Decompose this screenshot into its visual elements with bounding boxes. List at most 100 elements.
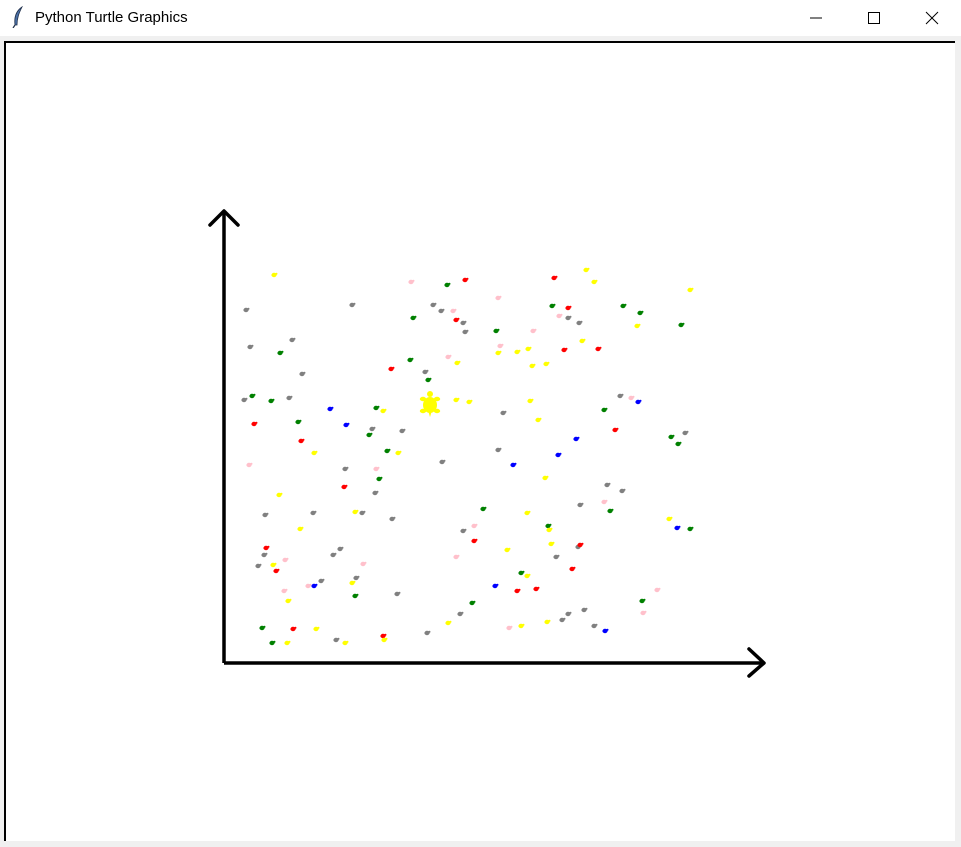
data-point xyxy=(282,557,289,563)
data-point xyxy=(601,407,608,413)
data-point xyxy=(514,588,521,594)
data-point xyxy=(349,302,356,308)
data-point xyxy=(297,526,304,532)
data-point xyxy=(581,607,588,613)
data-point xyxy=(462,277,469,283)
data-point xyxy=(271,272,278,278)
data-point xyxy=(545,523,552,529)
data-point xyxy=(389,516,396,522)
data-point xyxy=(384,448,391,454)
data-point xyxy=(524,573,531,579)
data-point xyxy=(639,598,646,604)
data-point xyxy=(617,393,624,399)
data-point xyxy=(352,593,359,599)
data-point xyxy=(284,640,291,646)
data-point xyxy=(544,619,551,625)
data-point xyxy=(471,523,478,529)
data-point xyxy=(269,640,276,646)
data-point xyxy=(425,377,432,383)
data-point xyxy=(330,552,337,558)
data-point xyxy=(602,628,609,634)
data-point xyxy=(453,397,460,403)
data-point xyxy=(359,510,366,516)
data-point xyxy=(561,347,568,353)
data-point xyxy=(595,346,602,352)
data-point xyxy=(289,337,296,343)
data-point xyxy=(255,563,262,569)
data-point xyxy=(543,361,550,367)
data-point xyxy=(313,626,320,632)
data-point xyxy=(259,625,266,631)
data-point xyxy=(583,267,590,273)
data-point xyxy=(453,554,460,560)
data-point xyxy=(450,308,457,314)
data-point xyxy=(349,580,356,586)
data-point xyxy=(687,526,694,532)
data-point xyxy=(310,510,317,516)
data-point xyxy=(506,625,513,631)
data-point xyxy=(299,371,306,377)
data-point xyxy=(285,598,292,604)
scatter-plot xyxy=(208,209,766,678)
data-point xyxy=(668,434,675,440)
data-point xyxy=(565,611,572,617)
data-point xyxy=(553,554,560,560)
data-point xyxy=(407,357,414,363)
data-point xyxy=(305,583,312,589)
data-point xyxy=(327,406,334,412)
y-axis xyxy=(208,209,240,663)
x-axis xyxy=(224,647,766,678)
data-point xyxy=(565,305,572,311)
data-point xyxy=(548,541,555,547)
data-point xyxy=(569,566,576,572)
data-point xyxy=(424,630,431,636)
data-point xyxy=(353,575,360,581)
data-point xyxy=(466,399,473,405)
data-point xyxy=(504,547,511,553)
data-point xyxy=(263,545,270,551)
data-point xyxy=(439,459,446,465)
data-point xyxy=(559,617,566,623)
data-point xyxy=(251,421,258,427)
data-point xyxy=(607,508,614,514)
data-point xyxy=(666,516,673,522)
data-point xyxy=(612,427,619,433)
data-point xyxy=(444,282,451,288)
data-point xyxy=(286,395,293,401)
data-point xyxy=(525,346,532,352)
data-point xyxy=(318,578,325,584)
data-point xyxy=(591,279,598,285)
data-point xyxy=(261,552,268,558)
data-point xyxy=(408,279,415,285)
data-point xyxy=(342,466,349,472)
data-point xyxy=(454,360,461,366)
data-point xyxy=(518,623,525,629)
data-point xyxy=(381,637,388,643)
data-point xyxy=(380,408,387,414)
data-point xyxy=(343,422,350,428)
data-point xyxy=(277,350,284,356)
data-point xyxy=(262,512,269,518)
data-point xyxy=(462,329,469,335)
data-point xyxy=(372,490,379,496)
data-point xyxy=(341,484,348,490)
data-point xyxy=(430,302,437,308)
data-point xyxy=(628,395,635,401)
data-point xyxy=(497,343,504,349)
data-point xyxy=(518,570,525,576)
data-point xyxy=(619,488,626,494)
data-point xyxy=(352,509,359,515)
data-point xyxy=(241,397,248,403)
data-point xyxy=(471,538,478,544)
data-point xyxy=(565,315,572,321)
data-point xyxy=(546,527,553,533)
data-point xyxy=(410,315,417,321)
data-point xyxy=(469,600,476,606)
data-point xyxy=(687,287,694,293)
data-point xyxy=(369,426,376,432)
data-point xyxy=(579,338,586,344)
data-point xyxy=(492,583,499,589)
data-point xyxy=(394,591,401,597)
data-point xyxy=(366,432,373,438)
data-point xyxy=(438,308,445,314)
